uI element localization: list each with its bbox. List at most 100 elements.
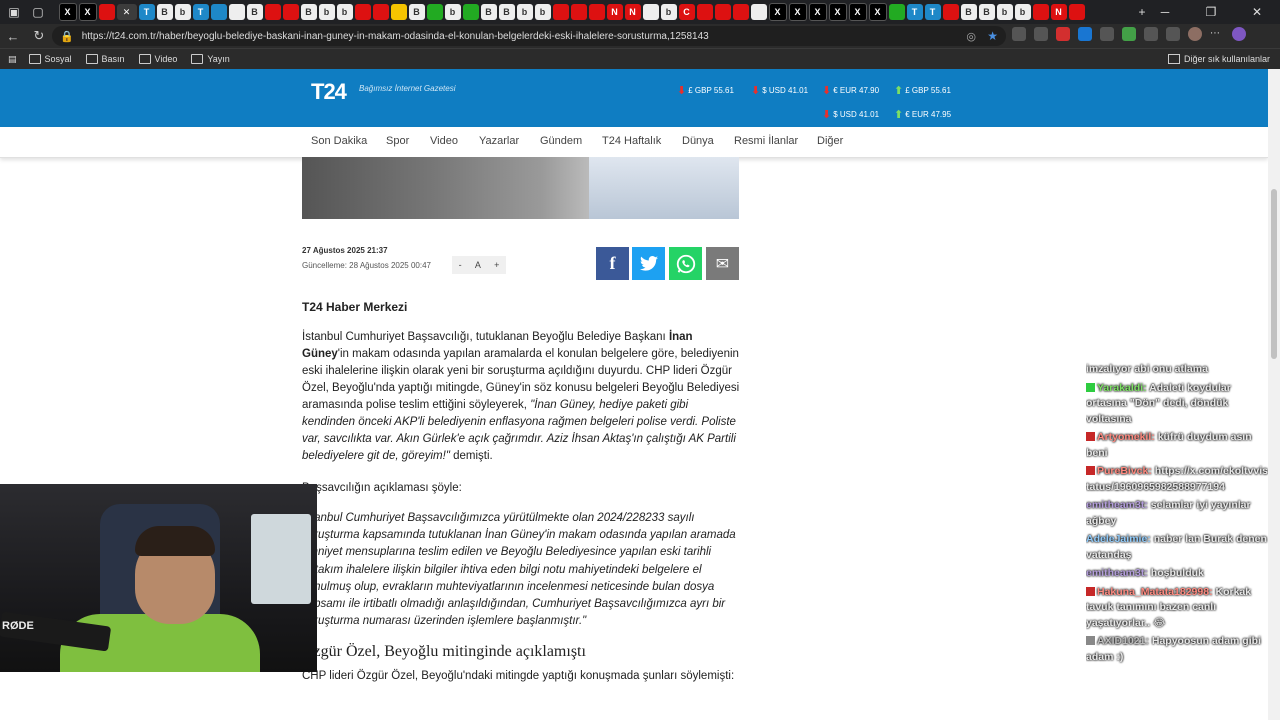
- font-reset-button[interactable]: A: [475, 260, 481, 270]
- tab-site[interactable]: [750, 4, 767, 20]
- font-increase-button[interactable]: +: [494, 260, 499, 270]
- tab-x[interactable]: X: [808, 3, 827, 21]
- extension-icon[interactable]: [1100, 27, 1114, 41]
- share-twitter-button[interactable]: [632, 247, 665, 280]
- restore-icon[interactable]: ❐: [1188, 0, 1234, 24]
- extension-icon[interactable]: [1012, 27, 1026, 41]
- tab-news[interactable]: N: [606, 4, 623, 20]
- tab-site[interactable]: [390, 4, 407, 20]
- tab-news[interactable]: C: [678, 4, 695, 20]
- back-icon[interactable]: ←: [0, 29, 26, 44]
- extension-icon[interactable]: [1122, 27, 1136, 41]
- page-scrollbar[interactable]: [1268, 69, 1280, 720]
- tab-b[interactable]: b: [174, 4, 191, 20]
- tab-b[interactable]: B: [246, 4, 263, 20]
- tab-news[interactable]: [282, 4, 299, 20]
- copilot-icon[interactable]: [1232, 27, 1246, 41]
- tab-x[interactable]: X: [78, 3, 97, 21]
- share-email-button[interactable]: ✉: [706, 247, 739, 280]
- tab-x[interactable]: X: [828, 3, 847, 21]
- tab-news[interactable]: [1032, 4, 1049, 20]
- tab-site[interactable]: [210, 4, 227, 20]
- nav-video[interactable]: Video: [430, 135, 458, 147]
- site-info-icon[interactable]: 🔒: [60, 30, 74, 43]
- url-field[interactable]: 🔒 https://t24.com.tr/haber/beyoglu-beled…: [52, 26, 1006, 46]
- tab-news[interactable]: [588, 4, 605, 20]
- nav-t24-haftalik[interactable]: T24 Haftalık: [602, 135, 661, 147]
- scrollbar-thumb[interactable]: [1271, 189, 1277, 359]
- tab-t24[interactable]: T: [138, 4, 155, 20]
- nav-gundem[interactable]: Gündem: [540, 135, 582, 147]
- tab-site[interactable]: [426, 4, 443, 20]
- tab-news[interactable]: [98, 4, 115, 20]
- tab-t24[interactable]: T: [924, 4, 941, 20]
- tab-news[interactable]: [354, 4, 371, 20]
- tab-news[interactable]: [1068, 4, 1085, 20]
- tab-b[interactable]: b: [318, 4, 335, 20]
- tab-b[interactable]: B: [960, 4, 977, 20]
- tab-news[interactable]: [570, 4, 587, 20]
- nav-spor[interactable]: Spor: [386, 135, 409, 147]
- tab-news[interactable]: [264, 4, 281, 20]
- tab-b[interactable]: b: [1014, 4, 1031, 20]
- tab-b[interactable]: B: [978, 4, 995, 20]
- tab-news[interactable]: [942, 4, 959, 20]
- tab-news[interactable]: [714, 4, 731, 20]
- bookmark-folder-video[interactable]: Video: [138, 54, 177, 64]
- profile-avatar[interactable]: [1188, 27, 1202, 41]
- bookmark-folder-basin[interactable]: Basın: [85, 54, 125, 64]
- tab-b[interactable]: B: [300, 4, 317, 20]
- tab-news[interactable]: [732, 4, 749, 20]
- share-facebook-button[interactable]: f: [596, 247, 629, 280]
- tab-site[interactable]: [462, 4, 479, 20]
- nav-resmi-ilanlar[interactable]: Resmi İlanlar: [734, 135, 798, 147]
- reader-mode-icon[interactable]: ◎: [966, 30, 976, 43]
- tab-x[interactable]: X: [788, 3, 807, 21]
- tab-b[interactable]: b: [336, 4, 353, 20]
- extension-icon[interactable]: [1056, 27, 1070, 41]
- tab-site[interactable]: [228, 4, 245, 20]
- tab-b[interactable]: b: [516, 4, 533, 20]
- minimize-icon[interactable]: ─: [1142, 0, 1188, 24]
- tab-news[interactable]: [552, 4, 569, 20]
- nav-son-dakika[interactable]: Son Dakika: [311, 135, 367, 147]
- favorite-star-icon[interactable]: ★: [987, 29, 998, 43]
- share-whatsapp-button[interactable]: [669, 247, 702, 280]
- tab-news[interactable]: [372, 4, 389, 20]
- nav-yazarlar[interactable]: Yazarlar: [479, 135, 519, 147]
- tab-b[interactable]: b: [444, 4, 461, 20]
- other-favorites[interactable]: Diğer sık kullanılanlar: [1167, 54, 1270, 64]
- bookmark-folder-yayin[interactable]: Yayın: [191, 54, 230, 64]
- nav-diger[interactable]: Diğer: [817, 135, 843, 147]
- tab-b[interactable]: B: [498, 4, 515, 20]
- tab-x[interactable]: X: [58, 3, 77, 21]
- extension-icon[interactable]: [1034, 27, 1048, 41]
- tab-b[interactable]: B: [156, 4, 173, 20]
- tab-site[interactable]: [888, 4, 905, 20]
- site-logo[interactable]: T24: [311, 79, 347, 105]
- extension-icon[interactable]: [1078, 27, 1092, 41]
- tab-t24[interactable]: T: [192, 4, 209, 20]
- tab-news[interactable]: N: [1050, 4, 1067, 20]
- bookmarks-toggle-icon[interactable]: ▤: [8, 54, 17, 65]
- tab-b[interactable]: b: [996, 4, 1013, 20]
- tab-b[interactable]: B: [480, 4, 497, 20]
- tab-news[interactable]: [696, 4, 713, 20]
- workspaces-icon[interactable]: ▣: [4, 2, 24, 22]
- font-decrease-button[interactable]: -: [459, 260, 462, 270]
- tab-t24[interactable]: T: [906, 4, 923, 20]
- favorites-icon[interactable]: [1166, 27, 1180, 41]
- more-menu-icon[interactable]: ⋯: [1210, 27, 1224, 41]
- nav-dunya[interactable]: Dünya: [682, 135, 714, 147]
- tab-x[interactable]: X: [768, 3, 787, 21]
- extensions-puzzle-icon[interactable]: [1144, 27, 1158, 41]
- tab-x[interactable]: X: [868, 3, 887, 21]
- tab-b[interactable]: b: [534, 4, 551, 20]
- tab-active-close[interactable]: ✕: [116, 4, 137, 20]
- reload-icon[interactable]: ↻: [26, 28, 52, 44]
- tab-x[interactable]: X: [848, 3, 867, 21]
- tab-actions-icon[interactable]: ▢: [28, 2, 48, 22]
- close-window-icon[interactable]: ✕: [1234, 0, 1280, 24]
- bookmark-folder-sosyal[interactable]: Sosyal: [28, 54, 72, 64]
- tab-b[interactable]: b: [660, 4, 677, 20]
